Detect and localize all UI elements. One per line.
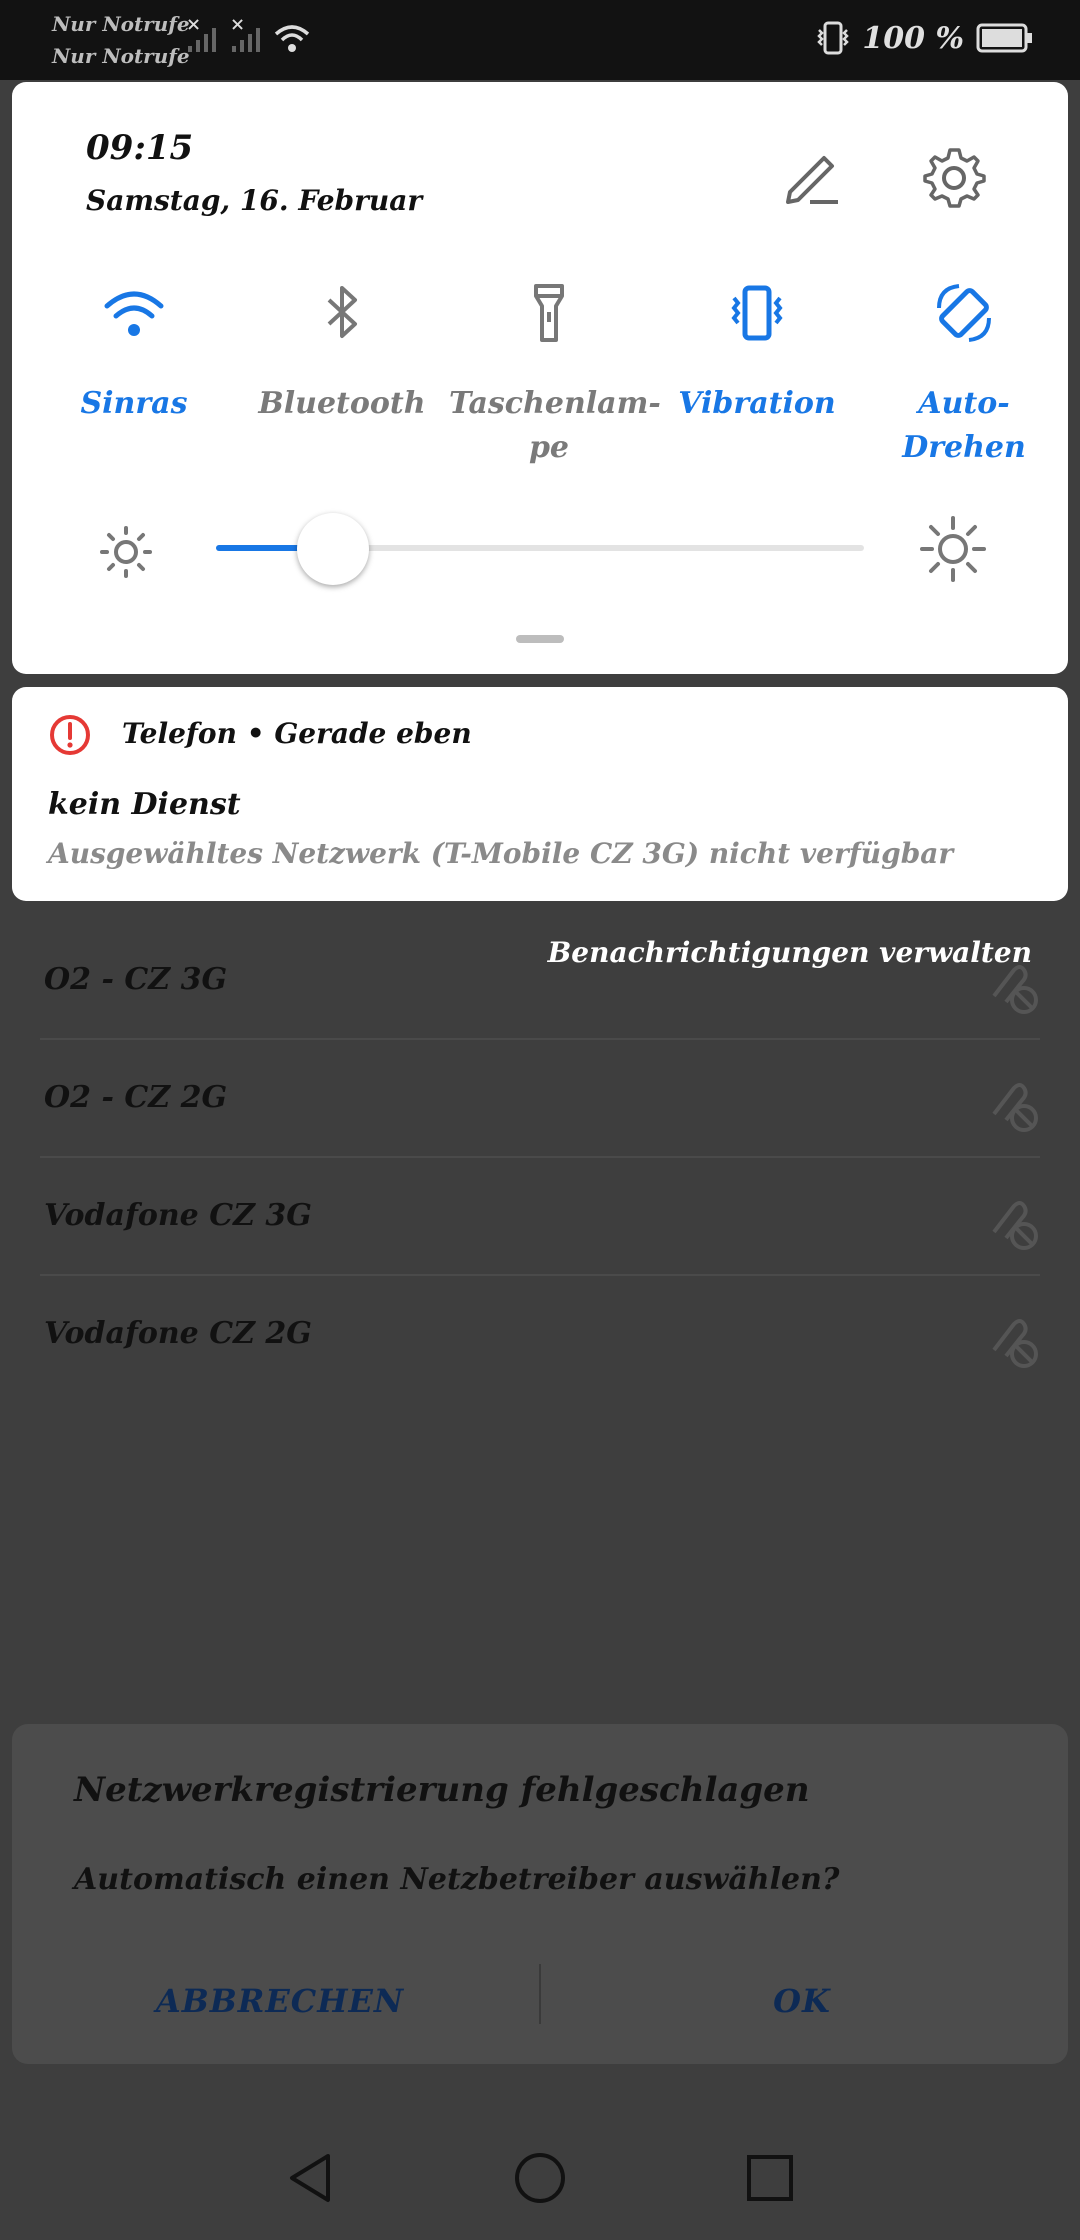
dialog-title: Netzwerkregistrierung fehlgeschlagen — [74, 1770, 810, 1810]
wifi-icon — [104, 291, 164, 336]
network-forbidden-icon — [992, 1201, 1038, 1250]
network-label: Vodafone CZ 2G — [44, 1316, 312, 1351]
brightness-high-icon — [920, 516, 986, 582]
alert-icon — [50, 715, 90, 755]
battery-percent: 100 % — [862, 20, 964, 56]
back-icon[interactable] — [280, 2148, 340, 2208]
navigation-bar — [0, 2092, 1080, 2240]
network-forbidden-icon — [992, 1083, 1038, 1132]
brightness-low-icon — [100, 526, 152, 578]
edit-icon[interactable] — [780, 146, 844, 210]
carrier-label-2: Nur Notrufe — [52, 44, 190, 68]
tile-label: Vibration — [678, 386, 836, 421]
carrier-label-1: Nur Notrufe — [52, 12, 190, 36]
notification-title: kein Dienst — [48, 787, 241, 822]
brightness-slider[interactable] — [216, 513, 864, 585]
tile-label: Auto-Drehen — [902, 386, 1026, 465]
tile-label: Bluetooth — [258, 386, 426, 421]
notification-card[interactable]: Telefon • Gerade eben kein Dienst Ausgew… — [12, 687, 1068, 901]
dialog-message: Automatisch einen Netzbetreiber auswähle… — [74, 1862, 840, 1897]
network-label: O2 - CZ 2G — [44, 1080, 228, 1115]
tile-wifi[interactable]: Sinras — [34, 278, 234, 426]
clock: 09:15 — [86, 128, 194, 168]
home-icon[interactable] — [510, 2148, 570, 2208]
tile-bluetooth[interactable]: Bluetooth — [242, 278, 442, 426]
network-forbidden-icon — [992, 1319, 1038, 1368]
tile-label: Sinras — [80, 386, 188, 421]
notification-app-name: Telefon • Gerade eben — [122, 717, 472, 750]
dialog-button-divider — [539, 1964, 541, 2024]
brightness-slider-thumb[interactable] — [297, 513, 369, 585]
auto-rotate-icon — [937, 284, 991, 342]
tile-label: Taschenlam- pe — [449, 386, 661, 465]
manage-notifications-link[interactable]: Benachrichtigungen verwalten — [548, 936, 1032, 969]
network-registration-dialog: Netzwerkregistrierung fehlgeschlagen Aut… — [12, 1724, 1068, 2064]
bluetooth-icon — [327, 286, 357, 338]
panel-drag-handle[interactable] — [516, 635, 564, 643]
ok-button[interactable]: OK — [542, 1956, 1062, 2046]
no-signal-1-icon: × — [186, 14, 202, 35]
network-item[interactable]: O2 - CZ 2G — [40, 1040, 1040, 1158]
date: Samstag, 16. Februar — [86, 184, 423, 217]
flashlight-icon — [534, 284, 564, 342]
network-item[interactable]: Vodafone CZ 2G — [40, 1276, 1040, 1394]
no-signal-2-icon: × — [230, 14, 246, 35]
vibrate-status-icon — [817, 21, 850, 55]
settings-gear-icon[interactable] — [920, 144, 988, 212]
network-label: O2 - CZ 3G — [44, 962, 228, 997]
tile-auto-rotate[interactable]: Auto-Drehen — [864, 278, 1064, 470]
wifi-status-icon — [274, 25, 310, 52]
network-item[interactable]: Vodafone CZ 3G — [40, 1158, 1040, 1276]
battery-icon — [976, 23, 1032, 53]
recent-apps-icon[interactable] — [740, 2148, 800, 2208]
status-bar: Nur Notrufe Nur Notrufe × × 100 % — [0, 0, 1080, 80]
network-label: Vodafone CZ 3G — [44, 1198, 312, 1233]
quick-settings-panel: 09:15 Samstag, 16. Februar Sinras Blueto… — [12, 82, 1068, 674]
notification-text: Ausgewähltes Netzwerk (T-Mobile CZ 3G) n… — [48, 837, 954, 870]
cancel-button[interactable]: ABBRECHEN — [20, 1956, 540, 2046]
vibration-icon — [731, 285, 783, 341]
tile-flashlight[interactable]: Taschenlam- pe — [449, 278, 661, 470]
tile-vibration[interactable]: Vibration — [657, 278, 857, 426]
